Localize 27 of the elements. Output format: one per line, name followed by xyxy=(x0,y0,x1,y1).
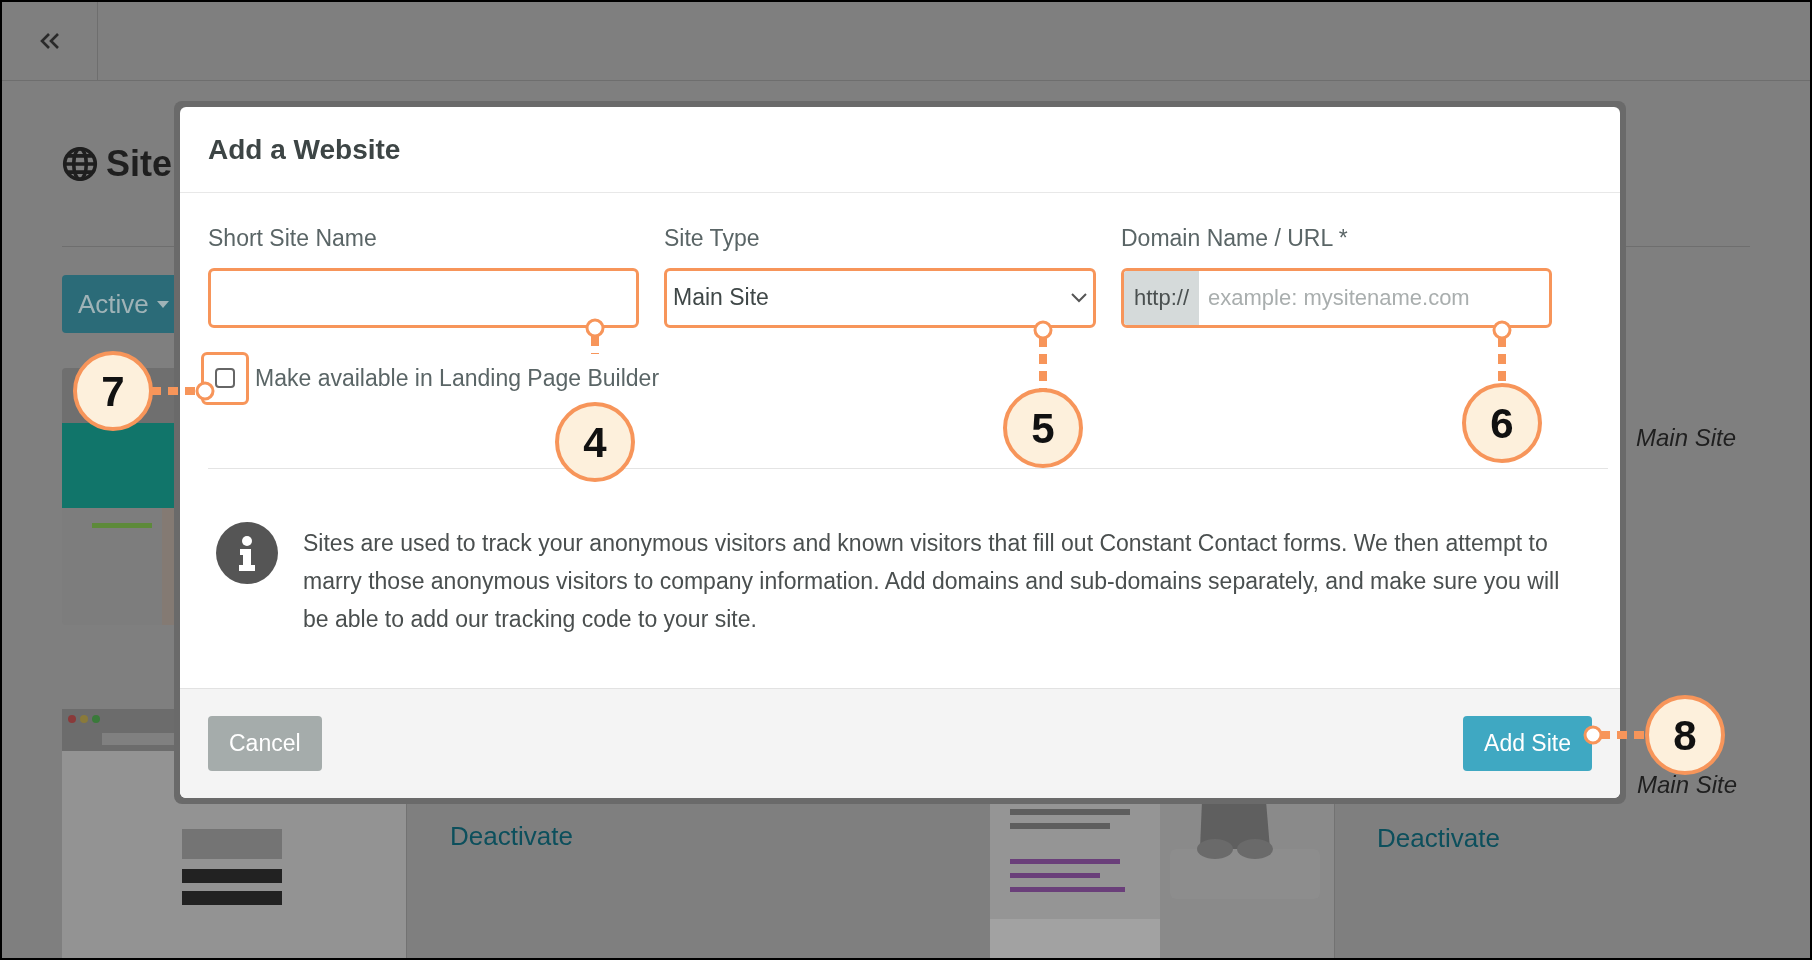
url-input[interactable]: example: mysitename.com xyxy=(1199,270,1549,325)
checkbox-label: Make available in Landing Page Builder xyxy=(255,363,660,393)
field-label: Site Type xyxy=(664,224,761,253)
deactivate-link[interactable]: Deactivate xyxy=(1377,823,1500,853)
add-site-button[interactable]: Add Site xyxy=(1463,715,1592,771)
caret-down-icon xyxy=(156,300,169,308)
site-type-text: Main Site xyxy=(1636,424,1737,451)
double-chevron-left-icon xyxy=(38,32,61,50)
url-prefix: http:// xyxy=(1124,270,1200,325)
globe-icon xyxy=(62,145,98,182)
text-input[interactable] xyxy=(208,267,639,328)
dialog-title: Add a Website xyxy=(208,132,401,167)
callout-badge: 7 xyxy=(73,351,153,431)
callout-badge: 5 xyxy=(1003,388,1083,468)
select-dropdown[interactable]: Main Site xyxy=(664,267,1096,328)
info-icon xyxy=(216,521,278,584)
info-text: Sites are used to track your anonymous visitors and known visitors that fill out Constant Contact forms. We then attempt to marry those anonymous visitors to company information. Add domains and sub-domains separately, and make sure you will be able to add our tracking code to your site. xyxy=(303,528,1561,634)
url-field[interactable]: http:// example: mysitename.com xyxy=(1121,267,1552,328)
field-label: Domain Name / URL * xyxy=(1121,224,1349,253)
chevron-down-icon xyxy=(1071,292,1087,303)
cancel-button[interactable]: Cancel xyxy=(208,715,322,771)
field-label: Short Site Name xyxy=(208,224,378,253)
deactivate-link[interactable]: Deactivate xyxy=(450,821,573,851)
callout-badge: 8 xyxy=(1645,695,1725,775)
callout-badge: 6 xyxy=(1462,383,1542,463)
callout-badge: 4 xyxy=(555,402,635,482)
page-title: Site xyxy=(106,141,173,186)
